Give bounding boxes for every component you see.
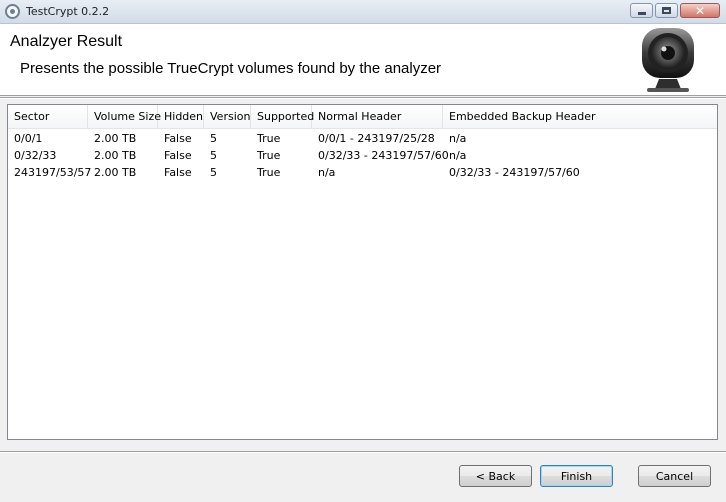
maximize-icon	[662, 7, 671, 14]
minimize-icon	[637, 11, 646, 15]
table-row[interactable]: 0/32/33 2.00 TB False 5 True 0/32/33 - 2…	[8, 147, 717, 164]
column-header-normal-header[interactable]: Normal Header	[312, 105, 443, 128]
cell-embedded-backup-header: 0/32/33 - 243197/57/60	[449, 166, 580, 179]
app-lock-icon[interactable]	[5, 4, 20, 19]
listview-header: Sector Volume Size Hidden Version Suppor…	[8, 105, 717, 129]
cell-version: 5	[210, 149, 217, 162]
cell-normal-header: n/a	[318, 166, 336, 179]
close-icon: ✕	[694, 3, 706, 18]
window-controls: ✕	[630, 3, 720, 18]
column-header-volume-size[interactable]: Volume Size	[88, 105, 161, 128]
close-button[interactable]: ✕	[680, 3, 720, 18]
cell-sector: 0/0/1	[14, 132, 43, 145]
results-listview[interactable]: Sector Volume Size Hidden Version Suppor…	[7, 104, 718, 440]
cell-version: 5	[210, 166, 217, 179]
cancel-button[interactable]: Cancel	[638, 465, 711, 487]
cell-volume-size: 2.00 TB	[94, 149, 137, 162]
cell-sector: 0/32/33	[14, 149, 57, 162]
cell-normal-header: 0/32/33 - 243197/57/60	[318, 149, 449, 162]
column-header-embedded-backup-header[interactable]: Embedded Backup Header	[443, 105, 717, 128]
footer-divider	[0, 451, 726, 453]
cell-hidden: False	[164, 149, 192, 162]
column-header-version[interactable]: Version	[204, 105, 251, 128]
window-title: TestCrypt 0.2.2	[26, 5, 110, 18]
column-header-sector[interactable]: Sector	[8, 105, 88, 128]
webcam-logo-icon	[642, 28, 694, 92]
table-row[interactable]: 0/0/1 2.00 TB False 5 True 0/0/1 - 24319…	[8, 130, 717, 147]
column-header-hidden[interactable]: Hidden	[158, 105, 204, 128]
cell-hidden: False	[164, 166, 192, 179]
cell-sector: 243197/53/57	[14, 166, 92, 179]
finish-button[interactable]: Finish	[540, 465, 613, 487]
header-divider	[0, 97, 726, 99]
column-header-supported[interactable]: Supported	[251, 105, 314, 128]
cell-version: 5	[210, 132, 217, 145]
cell-hidden: False	[164, 132, 192, 145]
title-bar[interactable]: TestCrypt 0.2.2 ✕	[0, 0, 726, 24]
back-button[interactable]: < Back	[459, 465, 532, 487]
cell-supported: True	[257, 132, 281, 145]
cell-embedded-backup-header: n/a	[449, 132, 467, 145]
cell-volume-size: 2.00 TB	[94, 166, 137, 179]
cell-volume-size: 2.00 TB	[94, 132, 137, 145]
page-subtitle: Presents the possible TrueCrypt volumes …	[20, 60, 442, 77]
table-row[interactable]: 243197/53/57 2.00 TB False 5 True n/a 0/…	[8, 164, 717, 181]
cell-supported: True	[257, 166, 281, 179]
cell-supported: True	[257, 149, 281, 162]
maximize-button[interactable]	[655, 3, 678, 18]
page-title: Analzyer Result	[10, 33, 123, 50]
wizard-header: Analzyer Result Presents the possible Tr…	[0, 24, 726, 96]
minimize-button[interactable]	[630, 3, 653, 18]
cell-normal-header: 0/0/1 - 243197/25/28	[318, 132, 435, 145]
cell-embedded-backup-header: n/a	[449, 149, 467, 162]
